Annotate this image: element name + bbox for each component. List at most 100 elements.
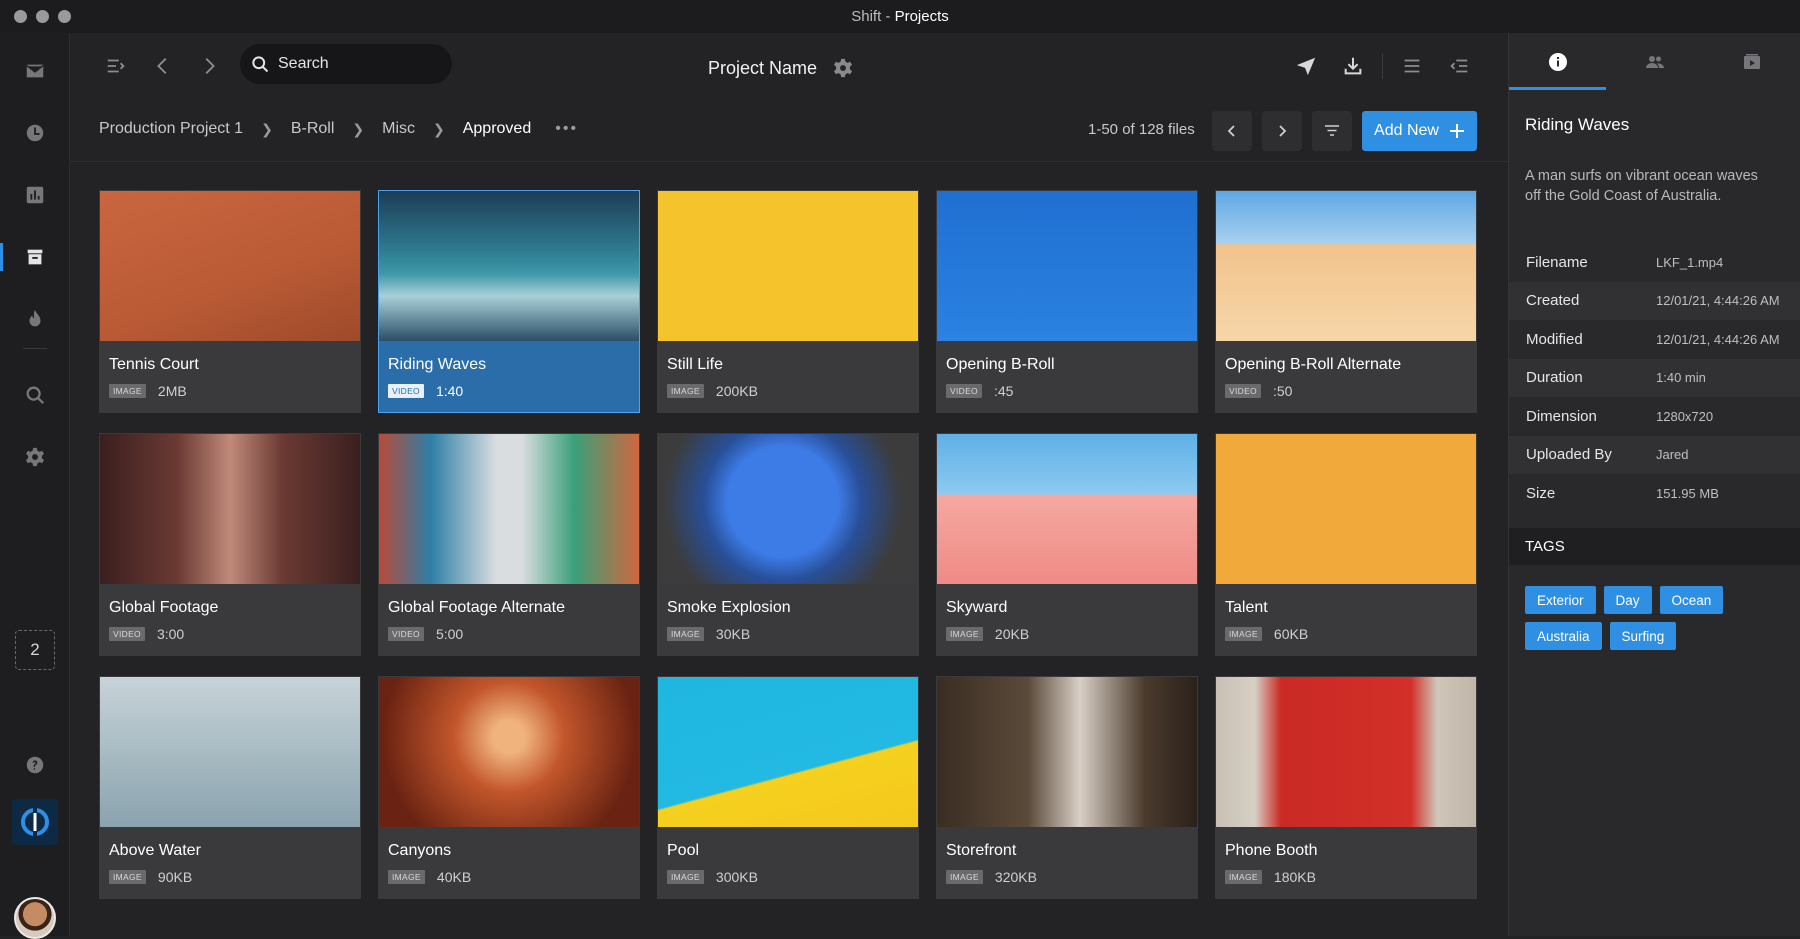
file-title: Opening B-Roll Alternate [1225, 356, 1402, 373]
collapse-sidebar-icon[interactable] [101, 51, 131, 81]
tab-people[interactable] [1606, 33, 1703, 90]
project-settings-gear-icon[interactable] [832, 57, 854, 79]
next-page-button[interactable] [1262, 111, 1302, 151]
window-title: Shift - Projects [851, 8, 949, 25]
breadcrumb-more-button[interactable]: ••• [555, 120, 578, 138]
people-icon [1645, 55, 1664, 68]
tag-chip[interactable]: Exterior [1525, 586, 1596, 614]
download-icon[interactable] [1338, 51, 1368, 81]
chevron-right-icon: ❯ [352, 120, 365, 137]
breadcrumb-item[interactable]: Misc [382, 120, 415, 138]
file-title: Smoke Explosion [667, 599, 791, 616]
tag-chip[interactable]: Australia [1525, 622, 1602, 650]
search-input[interactable] [278, 55, 428, 73]
file-title: Storefront [946, 842, 1017, 859]
file-card[interactable]: Pool IMAGE 300KB [657, 676, 919, 899]
file-meta-value: 200KB [715, 383, 758, 399]
rail-divider [23, 348, 47, 349]
file-type-badge: IMAGE [109, 870, 146, 884]
file-type-badge: IMAGE [1225, 627, 1262, 641]
thumbnail [937, 191, 1197, 341]
file-card[interactable]: Phone Booth IMAGE 180KB [1215, 676, 1477, 899]
list-view-icon[interactable] [1397, 51, 1427, 81]
back-chevron-icon[interactable] [148, 51, 178, 81]
property-key: Modified [1526, 330, 1583, 348]
breadcrumb: Production Project 1 ❯ B-Roll ❯ Misc ❯ A… [99, 120, 578, 138]
file-meta: VIDEO 1:40 [388, 383, 463, 399]
file-meta: IMAGE 320KB [946, 869, 1037, 885]
fire-icon[interactable] [0, 299, 70, 339]
thumbnail [658, 434, 918, 584]
thumbnail [658, 677, 918, 827]
property-value: 1280x720 [1656, 408, 1714, 424]
file-card[interactable]: Smoke Explosion IMAGE 30KB [657, 433, 919, 656]
help-icon[interactable] [0, 745, 70, 785]
file-card[interactable]: Storefront IMAGE 320KB [936, 676, 1198, 899]
file-meta-value: 3:00 [156, 626, 185, 642]
file-card[interactable]: Still Life IMAGE 200KB [657, 190, 919, 413]
file-title: Riding Waves [388, 356, 487, 373]
tag-chip[interactable]: Ocean [1659, 586, 1724, 614]
file-meta-value: 300KB [715, 869, 758, 885]
file-card[interactable]: Global Footage Alternate VIDEO 5:00 [378, 433, 640, 656]
file-card[interactable]: Opening B-Roll VIDEO:45 [936, 190, 1198, 413]
filter-button[interactable] [1312, 111, 1352, 151]
chevron-right-icon: ❯ [261, 120, 273, 137]
add-new-label: Add New [1374, 122, 1439, 139]
tag-chip[interactable]: Day [1603, 586, 1652, 614]
header-divider [70, 161, 1508, 162]
tag-chip[interactable]: Surfing [1609, 622, 1677, 650]
details-panel: Riding Waves A man surfs on vibrant ocea… [1508, 33, 1800, 936]
breadcrumb-item[interactable]: B-Roll [291, 120, 335, 138]
project-name[interactable]: Project Name [708, 58, 817, 79]
file-count: 1-50 of 128 files [1088, 121, 1195, 138]
file-card[interactable]: Skyward IMAGE 20KB [936, 433, 1198, 656]
file-card[interactable]: Talent IMAGE 60KB [1215, 433, 1477, 656]
add-new-button[interactable]: Add New [1362, 111, 1477, 151]
file-card[interactable]: Canyons IMAGE 40KB [378, 676, 640, 899]
send-icon[interactable] [1291, 51, 1321, 81]
file-card[interactable]: Tennis Court IMAGE 2MB [99, 190, 361, 413]
thumbnail [379, 434, 639, 584]
search-box[interactable] [240, 44, 452, 84]
file-type-badge: VIDEO [109, 627, 145, 641]
thumbnail [1216, 677, 1476, 827]
clock-icon[interactable] [0, 113, 70, 153]
file-card[interactable]: Global Footage VIDEO 3:00 [99, 433, 361, 656]
breadcrumb-current[interactable]: Approved [463, 120, 532, 138]
forward-chevron-icon[interactable] [194, 51, 224, 81]
property-value: Jared [1656, 447, 1689, 463]
file-card[interactable]: Opening B-Roll Alternate VIDEO:50 [1215, 190, 1477, 413]
tab-media[interactable] [1703, 33, 1800, 90]
user-avatar[interactable] [14, 897, 56, 939]
file-type-badge: IMAGE [109, 384, 146, 398]
tags-heading: TAGS [1509, 528, 1800, 565]
gear-icon[interactable] [0, 437, 70, 477]
previous-page-button[interactable] [1212, 111, 1252, 151]
breadcrumb-item[interactable]: Production Project 1 [99, 120, 243, 138]
file-title: Global Footage Alternate [388, 599, 566, 616]
search-icon[interactable] [0, 375, 70, 415]
file-meta: IMAGE 200KB [667, 383, 758, 399]
property-key: Uploaded By [1526, 446, 1612, 464]
workspace-badge[interactable]: 2 [15, 630, 55, 670]
file-card[interactable]: Above Water IMAGE 90KB [99, 676, 361, 899]
property-key: Created [1526, 292, 1580, 310]
thumbnail [100, 191, 360, 341]
collapse-panel-icon[interactable] [1444, 51, 1474, 81]
app-logo[interactable] [12, 799, 58, 845]
archive-icon[interactable] [0, 237, 70, 277]
file-meta: VIDEO 5:00 [388, 626, 463, 642]
details-title: Riding Waves [1525, 115, 1630, 134]
file-card[interactable]: Riding Waves VIDEO 1:40 [378, 190, 640, 413]
tab-info[interactable] [1509, 33, 1606, 90]
thumbnail [379, 677, 639, 827]
property-row: Filename LKF_1.mp4 [1509, 243, 1800, 282]
file-meta-value: 20KB [994, 626, 1030, 642]
tag-list: Exterior Day Ocean Australia Surfing [1525, 586, 1795, 650]
media-icon [1743, 53, 1760, 69]
inbox-icon[interactable] [0, 51, 70, 91]
analytics-icon[interactable] [0, 175, 70, 215]
file-meta-value: :50 [1272, 383, 1293, 399]
file-meta-value: 40KB [436, 869, 472, 885]
